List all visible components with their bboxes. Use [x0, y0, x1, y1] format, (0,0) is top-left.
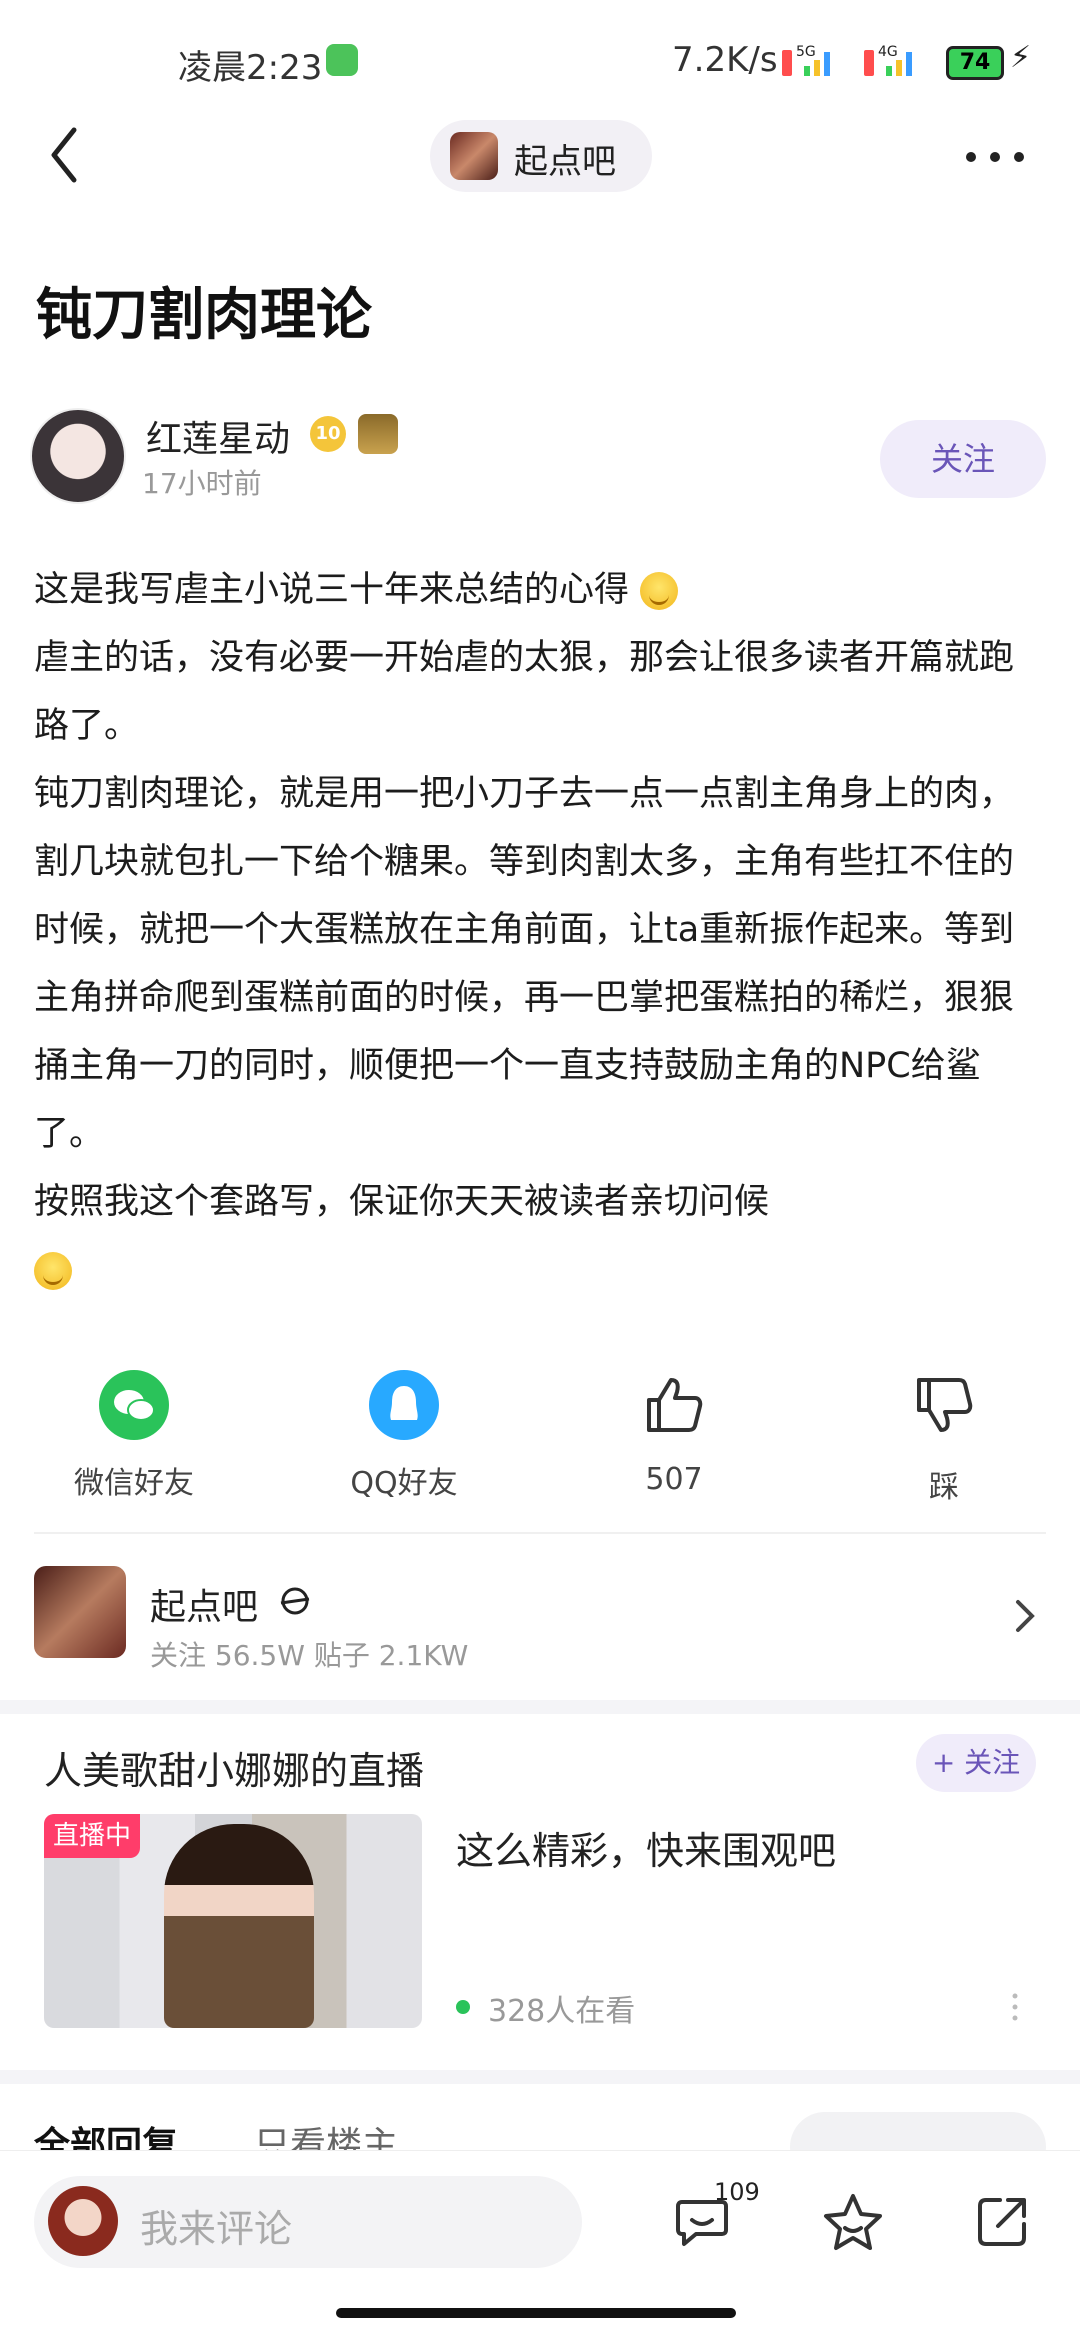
level-badge: 10 — [310, 416, 346, 452]
forum-title: 起点吧 — [514, 142, 616, 182]
post-paragraph: 按照我这个套路写，保证你天天被读者亲切问候 — [34, 1182, 770, 1222]
post-time: 17小时前 — [142, 467, 262, 500]
live-streamer-image — [164, 1824, 314, 2028]
follow-author-button[interactable]: 关注 — [880, 420, 1046, 498]
share-wechat-label: 微信好友 — [74, 1466, 194, 1501]
divider — [34, 1532, 1046, 1534]
home-indicator[interactable] — [336, 2308, 736, 2318]
live-more-icon[interactable] — [1012, 1992, 1018, 2022]
thumbs-down-icon — [917, 1378, 973, 1432]
battery-icon: 74 — [946, 46, 1004, 80]
app-notification-icon — [326, 44, 358, 76]
post-paragraph — [34, 1236, 1046, 1304]
post-paragraph: 虐主的话，没有必要一开始虐的太狠，那会让很多读者开篇就跑路了。 — [34, 638, 1015, 746]
live-card-title[interactable]: 人美歌甜小娜娜的直播 — [44, 1740, 424, 1795]
comment-placeholder[interactable]: 我来评论 — [140, 2198, 292, 2253]
signal-5g-label: 5G — [796, 44, 816, 60]
like-button[interactable]: 507 — [584, 1370, 764, 1497]
thumbs-up-icon — [647, 1378, 703, 1432]
signal-4g-label: 4G — [878, 44, 898, 60]
status-time: 凌晨2:23 — [178, 48, 323, 88]
dislike-button[interactable]: 踩 — [854, 1370, 1034, 1506]
forum-avatar — [450, 132, 498, 180]
user-avatar — [48, 2186, 118, 2256]
dislike-label: 踩 — [929, 1470, 959, 1505]
author-name[interactable]: 红莲星动 — [146, 410, 290, 462]
wechat-icon — [99, 1370, 169, 1440]
share-wechat-button[interactable]: 微信好友 — [44, 1370, 224, 1502]
signal-4g-icon: 4G — [864, 44, 912, 76]
forum-card-avatar[interactable] — [34, 1566, 126, 1658]
smile-emoji-icon — [640, 572, 679, 610]
more-options-button[interactable] — [960, 128, 1030, 184]
live-headline[interactable]: 这么精彩，快来围观吧 — [456, 1820, 836, 1875]
live-follow-button[interactable]: + 关注 — [916, 1734, 1036, 1792]
comment-count: 109 — [714, 2178, 760, 2206]
smile-emoji-icon — [34, 1252, 72, 1290]
back-button[interactable] — [40, 120, 90, 190]
live-status-badge: 直播中 — [44, 1814, 140, 1858]
planet-badge-icon — [280, 1587, 310, 1615]
chevron-right-icon[interactable] — [1010, 1596, 1040, 1636]
post-title: 钝刀割肉理论 — [36, 283, 372, 348]
share-qq-button[interactable]: QQ好友 — [314, 1370, 494, 1502]
signal-5g-icon: 5G — [782, 44, 830, 76]
post-content: 这是我写虐主小说三十年来总结的心得 虐主的话，没有必要一开始虐的太狠，那会让很多… — [34, 556, 1046, 1304]
medal-badge-icon — [358, 414, 398, 454]
post-paragraph: 这是我写虐主小说三十年来总结的心得 — [34, 556, 1046, 624]
forum-card-name[interactable]: 起点吧 — [150, 1578, 258, 1630]
section-separator — [0, 2070, 1080, 2084]
live-viewer-count: 328人在看 — [488, 1994, 636, 2029]
network-speed: 7.2K/s — [672, 40, 778, 80]
section-separator — [0, 1700, 1080, 1714]
like-count: 507 — [645, 1462, 703, 1497]
forum-card-stats: 关注 56.5W 贴子 2.1KW — [150, 1639, 469, 1672]
forum-title-pill[interactable]: 起点吧 — [430, 120, 652, 192]
favorite-star-icon[interactable] — [820, 2190, 886, 2254]
charging-icon: ⚡ — [1010, 40, 1032, 75]
share-icon[interactable] — [970, 2190, 1034, 2254]
live-indicator-dot — [456, 2000, 470, 2014]
share-qq-label: QQ好友 — [350, 1466, 458, 1501]
author-avatar[interactable] — [30, 408, 126, 504]
qq-icon — [369, 1370, 439, 1440]
post-paragraph: 钝刀割肉理论，就是用一把小刀子去一点一点割主角身上的肉，割几块就包扎一下给个糖果… — [34, 774, 1015, 1154]
